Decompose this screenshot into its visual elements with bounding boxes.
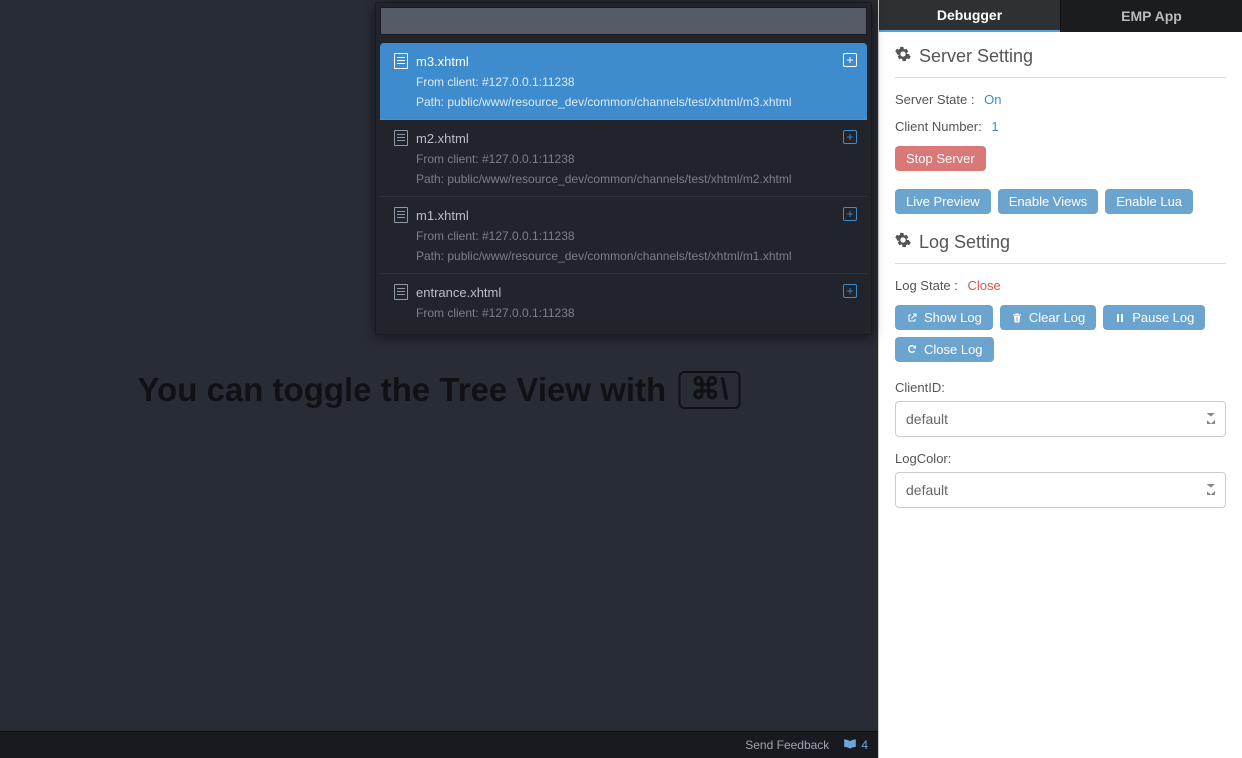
pause-icon bbox=[1114, 312, 1126, 324]
palette-search-input[interactable] bbox=[380, 7, 867, 35]
enable-lua-button[interactable]: Enable Lua bbox=[1105, 189, 1193, 214]
log-actions-row: Show Log Clear Log Pause Log Close Log bbox=[895, 305, 1226, 362]
editor-hint-key: ⌘\ bbox=[678, 371, 740, 409]
palette-item[interactable]: m2.xhtml + From client: #127.0.0.1:11238… bbox=[380, 120, 867, 197]
notifications-count: 4 bbox=[861, 738, 868, 752]
editor-hint: You can toggle the Tree View with ⌘\ bbox=[137, 371, 740, 409]
pause-log-button[interactable]: Pause Log bbox=[1103, 305, 1205, 330]
tab-debugger-label: Debugger bbox=[937, 7, 1002, 23]
tab-emp-app[interactable]: EMP App bbox=[1060, 0, 1242, 32]
book-icon bbox=[843, 738, 857, 753]
clear-log-button[interactable]: Clear Log bbox=[1000, 305, 1096, 330]
palette-item-title: entrance.xhtml bbox=[416, 285, 501, 300]
client-number-row: Client Number: 1 bbox=[895, 119, 1226, 134]
log-state-value: Close bbox=[968, 278, 1001, 293]
log-state-row: Log State : Close bbox=[895, 278, 1226, 293]
palette-item-from: From client: #127.0.0.1:11238 bbox=[394, 152, 855, 166]
gear-icon bbox=[895, 46, 911, 67]
log-state-label: Log State : bbox=[895, 278, 958, 293]
log-setting-title: Log Setting bbox=[895, 232, 1226, 264]
server-setting-title: Server Setting bbox=[895, 46, 1226, 78]
server-setting-label: Server Setting bbox=[919, 46, 1033, 67]
send-feedback-label: Send Feedback bbox=[745, 738, 829, 752]
close-log-icon bbox=[906, 344, 918, 356]
palette-item-from: From client: #127.0.0.1:11238 bbox=[394, 75, 855, 89]
status-bar: Send Feedback 4 bbox=[0, 731, 878, 758]
logcolor-select[interactable]: default bbox=[895, 472, 1226, 508]
server-state-label: Server State : bbox=[895, 92, 974, 107]
palette-item-title: m3.xhtml bbox=[416, 54, 469, 69]
palette-item-title: m2.xhtml bbox=[416, 131, 469, 146]
client-number-value: 1 bbox=[991, 119, 998, 134]
trash-icon bbox=[1011, 312, 1023, 324]
logcolor-label: LogColor: bbox=[895, 451, 1226, 466]
palette-item-path: Path: public/www/resource_dev/common/cha… bbox=[394, 172, 855, 186]
clientid-select[interactable]: default bbox=[895, 401, 1226, 437]
external-icon bbox=[906, 312, 918, 324]
stop-server-button[interactable]: Stop Server bbox=[895, 146, 986, 171]
plus-icon[interactable]: + bbox=[843, 207, 857, 221]
file-icon bbox=[394, 53, 408, 69]
editor-pane: You can toggle the Tree View with ⌘\ m3.… bbox=[0, 0, 878, 758]
palette-item-title: m1.xhtml bbox=[416, 208, 469, 223]
server-state-value: On bbox=[984, 92, 1001, 107]
editor-hint-text: You can toggle the Tree View with bbox=[137, 371, 666, 409]
server-state-row: Server State : On bbox=[895, 92, 1226, 107]
clientid-label: ClientID: bbox=[895, 380, 1226, 395]
panel-body: Server Setting Server State : On Client … bbox=[879, 32, 1242, 758]
server-button-row: Stop Server bbox=[895, 146, 1226, 171]
tab-debugger[interactable]: Debugger bbox=[879, 0, 1060, 32]
file-icon bbox=[394, 284, 408, 300]
file-icon bbox=[394, 130, 408, 146]
palette-item[interactable]: m1.xhtml + From client: #127.0.0.1:11238… bbox=[380, 197, 867, 274]
panel-tabs: Debugger EMP App bbox=[879, 0, 1242, 32]
tab-emp-app-label: EMP App bbox=[1121, 8, 1182, 24]
live-preview-button[interactable]: Live Preview bbox=[895, 189, 991, 214]
close-log-button[interactable]: Close Log bbox=[895, 337, 994, 362]
file-icon bbox=[394, 207, 408, 223]
notifications-button[interactable]: 4 bbox=[843, 738, 868, 753]
palette-item-path: Path: public/www/resource_dev/common/cha… bbox=[394, 95, 855, 109]
palette-item-from: From client: #127.0.0.1:11238 bbox=[394, 229, 855, 243]
server-actions-row: Live Preview Enable Views Enable Lua bbox=[895, 189, 1226, 214]
plus-icon[interactable]: + bbox=[843, 130, 857, 144]
side-panel: Debugger EMP App Server Setting Server S… bbox=[878, 0, 1242, 758]
log-setting-label: Log Setting bbox=[919, 232, 1010, 253]
command-palette: m3.xhtml + From client: #127.0.0.1:11238… bbox=[375, 2, 872, 335]
palette-item[interactable]: m3.xhtml + From client: #127.0.0.1:11238… bbox=[380, 43, 867, 120]
client-number-label: Client Number: bbox=[895, 119, 982, 134]
enable-views-button[interactable]: Enable Views bbox=[998, 189, 1099, 214]
palette-item-path: Path: public/www/resource_dev/common/cha… bbox=[394, 249, 855, 263]
palette-list: m3.xhtml + From client: #127.0.0.1:11238… bbox=[380, 43, 867, 330]
send-feedback-button[interactable]: Send Feedback bbox=[745, 738, 829, 752]
palette-item-from: From client: #127.0.0.1:11238 bbox=[394, 306, 855, 320]
palette-item[interactable]: entrance.xhtml + From client: #127.0.0.1… bbox=[380, 274, 867, 330]
editor-body: You can toggle the Tree View with ⌘\ m3.… bbox=[0, 0, 878, 731]
gear-icon bbox=[895, 232, 911, 253]
plus-icon[interactable]: + bbox=[843, 284, 857, 298]
plus-icon[interactable]: + bbox=[843, 53, 857, 67]
show-log-button[interactable]: Show Log bbox=[895, 305, 993, 330]
